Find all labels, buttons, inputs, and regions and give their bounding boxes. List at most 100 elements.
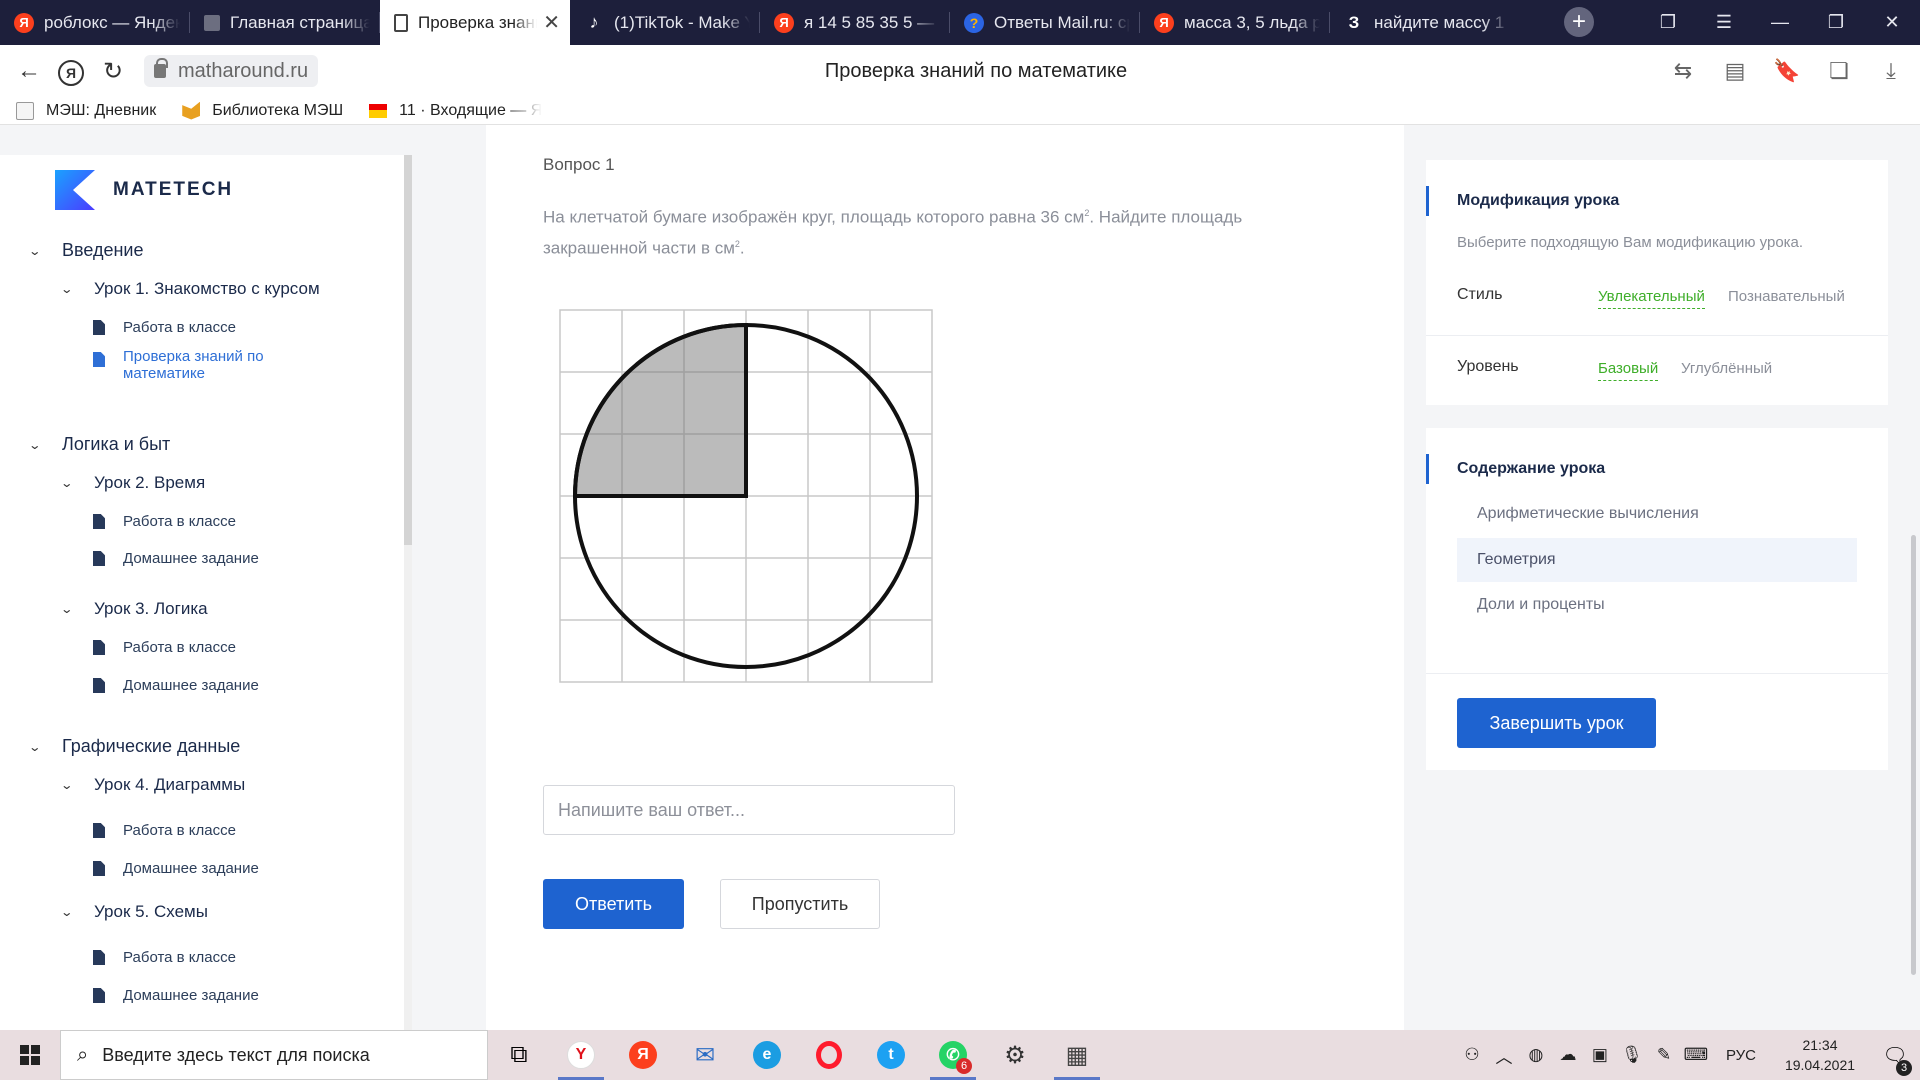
menu-icon[interactable]: ☰ (1696, 12, 1752, 33)
collections-icon[interactable]: ❏ (1824, 58, 1854, 84)
close-window-icon[interactable]: ✕ (1864, 12, 1920, 33)
bookmark-item[interactable]: 11 · Входящие — Я (369, 102, 542, 120)
pen-icon[interactable]: ✎ (1648, 1045, 1680, 1065)
answer-button[interactable]: Ответить (543, 879, 684, 929)
activity-item[interactable]: Работа в классе (93, 513, 236, 530)
camera-icon[interactable]: ◍ (1520, 1045, 1552, 1065)
sidebar-scrollbar[interactable] (404, 155, 412, 1030)
task-view-icon[interactable]: ⧉ (488, 1030, 550, 1080)
modification-title: Модификация урока (1457, 192, 1620, 209)
windows-taskbar: ⌕ Введите здесь текст для поиска ⧉ Y Я ✉… (0, 1030, 1920, 1080)
logo[interactable]: MATETECH (55, 170, 233, 210)
url-field[interactable]: matharound.ru (144, 55, 319, 87)
activity-item[interactable]: Домашнее задание (93, 987, 259, 1004)
browser-tab[interactable]: ♪ (1)TikTok - Make Your Day (570, 0, 760, 45)
yandex-browser-icon[interactable]: Y (550, 1030, 612, 1080)
start-button[interactable] (0, 1030, 60, 1080)
settings-icon[interactable]: ⚙ (984, 1030, 1046, 1080)
contents-title: Содержание урока (1457, 460, 1606, 477)
lesson-contents-panel: Содержание урока Арифметические вычислен… (1426, 428, 1888, 770)
answer-input[interactable] (543, 785, 955, 835)
section-item[interactable]: ⌄ Логика и быт (28, 434, 171, 455)
style-option-educational[interactable]: Познавательный (1728, 288, 1845, 305)
cloud-icon[interactable]: ☁ (1552, 1045, 1584, 1065)
chevron-up-icon[interactable]: ︿ (1488, 1043, 1520, 1068)
level-option-advanced[interactable]: Углублённый (1681, 360, 1772, 377)
notification-center-icon[interactable]: 🗨 3 (1870, 1043, 1920, 1076)
browser-tab[interactable]: Я я 14 5 85 35 5 — Яндекс (760, 0, 950, 45)
browser-tab[interactable]: Я масса 3, 5 льда рав (1140, 0, 1330, 45)
contents-item[interactable]: Арифметические вычисления (1457, 492, 1857, 536)
activity-item[interactable]: Работа в классе (93, 949, 236, 966)
browser-tab-active[interactable]: Проверка знаний по математике ✕ (380, 0, 570, 45)
activity-item[interactable]: Работа в классе (93, 319, 236, 336)
download-icon[interactable]: ⤓ (1876, 58, 1906, 84)
browser-tab[interactable]: ? Ответы Mail.ru: срочно (950, 0, 1140, 45)
people-icon[interactable]: ⚇ (1456, 1045, 1488, 1065)
section-item[interactable]: ⌄ Введение (28, 240, 143, 261)
page-scrollbar[interactable] (1908, 125, 1920, 1030)
edge-icon[interactable]: e (736, 1030, 798, 1080)
style-label: Стиль (1457, 286, 1503, 303)
bookmark-label: Библиотека МЭШ (212, 101, 344, 119)
activity-item[interactable]: Домашнее задание (93, 550, 259, 567)
activity-item[interactable]: Домашнее задание (93, 677, 259, 694)
document-icon (93, 950, 105, 965)
reload-icon[interactable]: ↻ (92, 57, 134, 86)
document-icon (394, 13, 408, 32)
mail-icon[interactable]: ✉ (674, 1030, 736, 1080)
clock[interactable]: 21:34 19.04.2021 (1770, 1035, 1870, 1075)
yandex-icon[interactable]: Я (612, 1030, 674, 1080)
lesson-item[interactable]: ⌄ Урок 5. Схемы (60, 902, 208, 922)
level-option-basic[interactable]: Базовый (1598, 360, 1659, 381)
activity-item[interactable]: Домашнее задание (93, 860, 259, 877)
contents-item[interactable]: Доли и проценты (1457, 583, 1857, 627)
translate-icon[interactable]: ⇆ (1668, 58, 1698, 84)
bookmark-item[interactable]: МЭШ: Дневник (16, 101, 156, 120)
close-tab-icon[interactable]: ✕ (543, 10, 560, 35)
yandex-icon: Я (58, 59, 84, 86)
windows-logo-icon (20, 1045, 40, 1065)
activity-item[interactable]: Работа в классе (93, 639, 236, 656)
contents-item-current[interactable]: Геометрия (1457, 538, 1857, 582)
language-indicator[interactable]: РУС (1726, 1047, 1756, 1064)
window-controls: ❐ ☰ — ❐ ✕ (1640, 0, 1920, 45)
yandex-home-button[interactable]: Я (50, 57, 92, 86)
microphone-icon[interactable]: 🎙 (1616, 1045, 1648, 1065)
new-tab-button[interactable]: + (1564, 7, 1594, 37)
activity-title: Работа в классе (123, 639, 236, 656)
activity-item[interactable]: Работа в классе (93, 822, 236, 839)
bookmark-icon[interactable]: 🔖 (1772, 58, 1802, 84)
twitter-icon[interactable]: t (860, 1030, 922, 1080)
sidebar-scrollbar-thumb[interactable] (404, 155, 412, 545)
chevron-down-icon: ⌄ (60, 282, 74, 296)
finish-lesson-button[interactable]: Завершить урок (1457, 698, 1656, 748)
reader-icon[interactable]: ▤ (1720, 58, 1750, 84)
section-title: Логика и быт (62, 434, 171, 454)
bookmark-item[interactable]: Библиотека МЭШ (182, 101, 344, 120)
restore-icon[interactable]: ❐ (1808, 12, 1864, 33)
lesson-item[interactable]: ⌄ Урок 2. Время (60, 473, 205, 493)
browser-tab[interactable]: Я роблокс — Яндекс (0, 0, 190, 45)
page-scrollbar-thumb[interactable] (1911, 535, 1916, 975)
lesson-item[interactable]: ⌄ Урок 3. Логика (60, 599, 207, 619)
screen-capture-icon[interactable]: ▣ (1584, 1045, 1616, 1065)
lesson-item[interactable]: ⌄ Урок 4. Диаграммы (60, 775, 245, 795)
opera-icon[interactable] (798, 1030, 860, 1080)
browser-tab[interactable]: Главная страница (190, 0, 380, 45)
calculator-icon[interactable]: ▦ (1046, 1030, 1108, 1080)
browser-tab[interactable]: З найдите массу 1 с (1330, 0, 1520, 45)
section-item[interactable]: ⌄ Графические данные (28, 736, 240, 757)
taskbar-search[interactable]: ⌕ Введите здесь текст для поиска (60, 1030, 488, 1080)
chevron-down-icon: ⌄ (60, 476, 74, 490)
lesson-item[interactable]: ⌄ Урок 1. Знакомство с курсом (60, 279, 319, 299)
whatsapp-icon[interactable]: ✆ 6 (922, 1030, 984, 1080)
activity-item-selected[interactable]: Проверка знаний по математике (93, 348, 293, 382)
chevron-down-icon: ⌄ (60, 602, 74, 616)
back-icon[interactable]: ← (8, 57, 50, 85)
style-option-engaging[interactable]: Увлекательный (1598, 288, 1705, 309)
tab-list-icon[interactable]: ❐ (1640, 12, 1696, 33)
minimize-icon[interactable]: — (1752, 12, 1808, 33)
skip-button[interactable]: Пропустить (720, 879, 880, 929)
keyboard-icon[interactable]: ⌨ (1680, 1045, 1712, 1065)
